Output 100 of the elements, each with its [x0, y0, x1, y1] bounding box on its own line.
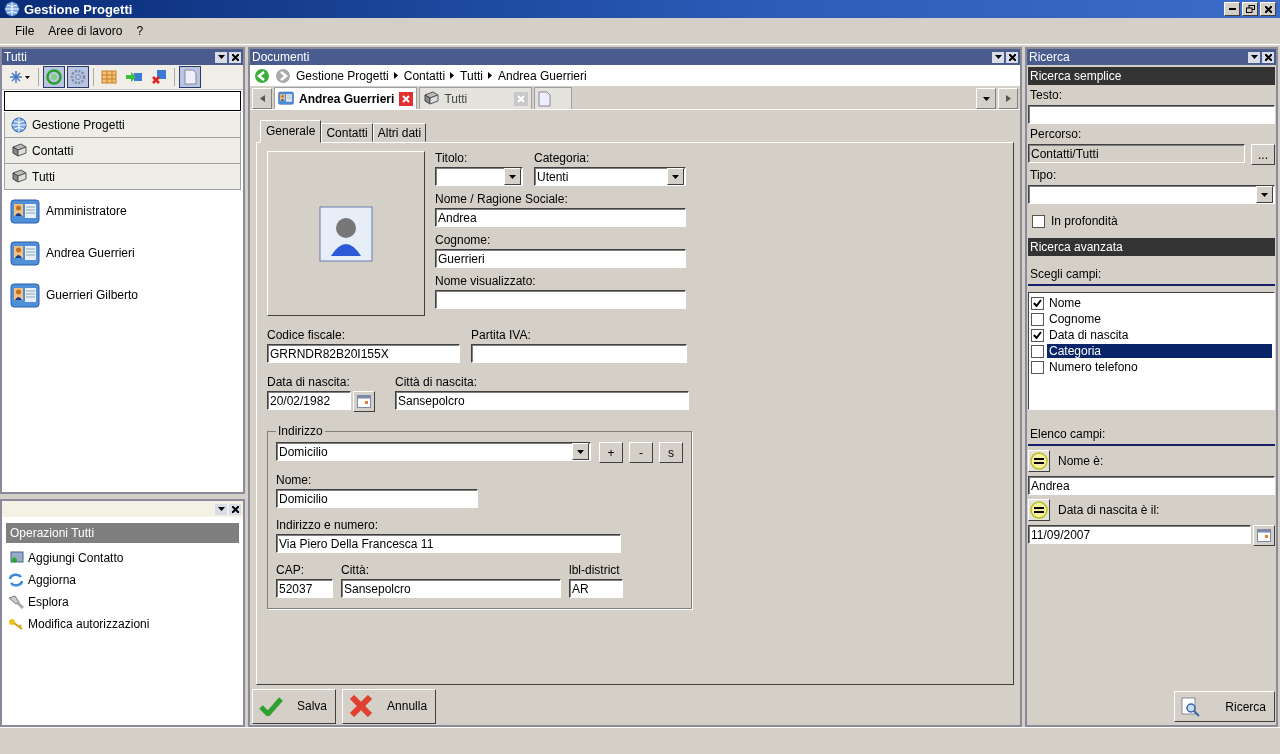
task-link[interactable]: Modifica autorizzazioni [2, 613, 243, 635]
tab-list-button[interactable] [976, 88, 996, 109]
browse-button[interactable]: ... [1251, 144, 1275, 165]
small-button[interactable]: - [629, 442, 653, 463]
contact-item[interactable]: Amministratore [2, 190, 243, 232]
small-button[interactable]: s [659, 442, 683, 463]
panel-close-button[interactable] [1262, 51, 1274, 63]
field-label: Data di nascita: [267, 375, 351, 389]
book-icon [11, 169, 27, 184]
type-dropdown[interactable] [1028, 185, 1275, 204]
field-label: Cognome: [435, 233, 492, 247]
breadcrumb-link[interactable]: Tutti [460, 68, 483, 83]
contact-item[interactable]: Andrea Guerrieri [2, 232, 243, 274]
form-tab[interactable]: Generale [260, 120, 322, 143]
panel-title: Ricerca [1029, 50, 1070, 64]
checkbox[interactable] [1031, 296, 1044, 310]
input-field[interactable] [435, 290, 686, 309]
input-field[interactable]: Via Piero Della Francesca 11 [276, 534, 621, 553]
list-item[interactable]: Cognome [1031, 311, 1272, 327]
form-tab[interactable]: Contatti [321, 123, 373, 142]
list-item[interactable]: Numero telefono [1031, 359, 1272, 375]
search-field[interactable] [4, 91, 241, 111]
restore-button[interactable] [1242, 2, 1258, 16]
checkbox[interactable] [1032, 214, 1045, 228]
panel-close-button[interactable] [1006, 51, 1018, 63]
nav-item[interactable]: Gestione Progetti [4, 112, 241, 138]
section-header: Ricerca semplice [1028, 67, 1275, 85]
section-label: Elenco campi: [1028, 427, 1275, 446]
operator-button[interactable] [1028, 450, 1050, 472]
input-field[interactable] [1028, 105, 1275, 124]
panel-menu-button[interactable] [992, 51, 1004, 63]
form-tab[interactable]: Altri dati [372, 123, 427, 142]
contact-item[interactable]: Guerrieri Gilberto [2, 274, 243, 316]
field-label: Testo: [1029, 88, 1063, 102]
task-link[interactable]: Esplora [2, 591, 243, 613]
document-tab[interactable]: Andrea Guerrieri [274, 87, 418, 109]
toolbar-button[interactable] [179, 66, 201, 88]
small-button[interactable]: + [599, 442, 623, 463]
path-field[interactable]: Contatti/Tutti [1028, 144, 1245, 163]
task-link[interactable]: Aggiorna [2, 569, 243, 591]
menu-item[interactable]: Aree di lavoro [41, 24, 130, 38]
checkbox[interactable] [1031, 312, 1044, 326]
checkbox[interactable] [1031, 328, 1044, 342]
calendar-button[interactable] [353, 391, 375, 412]
panel-menu-button[interactable] [1248, 51, 1260, 63]
field-label: Titolo: [435, 151, 469, 165]
panel-menu-button[interactable] [215, 51, 227, 63]
input-field[interactable]: Sansepolcro [395, 391, 689, 410]
input-field[interactable]: Domicilio [276, 489, 478, 508]
contact-card-icon [10, 197, 40, 225]
scroll-left-button[interactable] [252, 88, 272, 109]
scroll-right-button[interactable] [998, 88, 1018, 109]
toolbar-button[interactable] [67, 66, 89, 88]
field-label: Indirizzo e numero: [276, 518, 380, 532]
field-label: Nome / Ragione Sociale: [435, 192, 569, 206]
document-tab[interactable]: Tutti [419, 87, 533, 109]
category-dropdown[interactable]: Utenti [534, 167, 686, 186]
cross-icon [349, 695, 374, 717]
save-button[interactable]: Salva [252, 688, 337, 724]
task-link[interactable]: Aggiungi Contatto [2, 547, 243, 569]
breadcrumb-link[interactable]: Andrea Guerrieri [498, 68, 587, 83]
field-label: Percorso: [1029, 127, 1083, 141]
list-item[interactable]: Data di nascita [1031, 327, 1272, 343]
panel-menu-button[interactable] [215, 503, 227, 515]
minimize-button[interactable] [1224, 2, 1240, 16]
cancel-button[interactable]: Annulla [342, 688, 437, 724]
menu-item[interactable]: ? [129, 24, 151, 38]
nav-item[interactable]: Contatti [4, 138, 241, 164]
close-tab-icon [514, 91, 529, 106]
title-dropdown[interactable] [435, 167, 523, 186]
input-field[interactable] [471, 344, 687, 363]
input-field[interactable]: Guerrieri [435, 249, 686, 268]
search-button[interactable]: Ricerca [1174, 691, 1275, 722]
breadcrumb-link[interactable]: Contatti [403, 68, 446, 83]
operator-button[interactable] [1028, 499, 1050, 521]
calendar-button[interactable] [1253, 525, 1275, 546]
toolbar-button[interactable] [43, 66, 65, 88]
input-field[interactable]: Andrea [435, 208, 686, 227]
close-icon [1008, 53, 1016, 61]
equals-icon [1030, 501, 1048, 519]
checkbox[interactable] [1031, 360, 1044, 374]
input-field[interactable]: GRRNDR82B20I155X [267, 344, 460, 363]
date-field[interactable]: 11/09/2007 [1028, 525, 1251, 544]
close-button[interactable] [1260, 2, 1276, 16]
input-field[interactable]: 52037 [276, 579, 333, 598]
field-label: Città: [341, 563, 370, 577]
date-field[interactable]: 20/02/1982 [267, 391, 351, 410]
checkmark-icon [259, 696, 283, 716]
address-type-dropdown[interactable]: Domicilio [276, 442, 591, 461]
dropdown-arrow-icon [1261, 192, 1268, 197]
nav-item[interactable]: Tutti [4, 164, 241, 190]
input-field[interactable]: Sansepolcro [341, 579, 561, 598]
panel-close-button[interactable] [229, 503, 241, 515]
panel-close-button[interactable] [229, 51, 241, 63]
input-field[interactable]: AR [569, 579, 623, 598]
list-item[interactable]: Nome [1031, 295, 1272, 311]
breadcrumb-link[interactable]: Gestione Progetti [296, 68, 389, 83]
input-field[interactable]: Andrea [1028, 476, 1275, 495]
checkbox[interactable] [1031, 344, 1044, 358]
menu-item[interactable]: File [8, 24, 42, 38]
